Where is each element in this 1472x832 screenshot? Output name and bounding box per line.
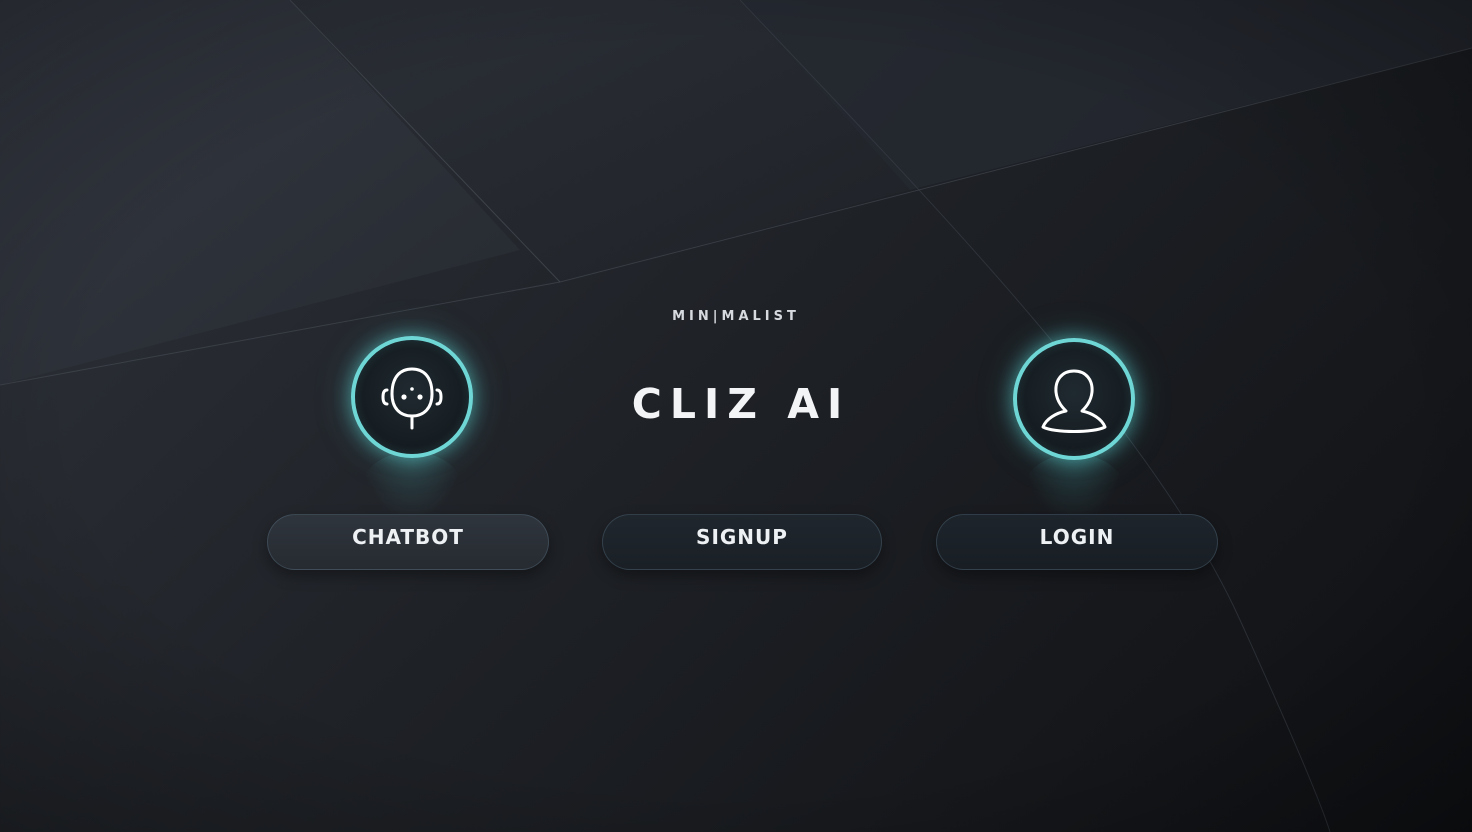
chatbot-button-label: CHATBOT — [352, 525, 464, 549]
eyebrow-text: MIN|MALIST — [672, 309, 800, 324]
robot-headset-icon — [381, 367, 443, 430]
user-silhouette-icon — [1041, 369, 1107, 433]
chatbot-button[interactable]: CHATBOT — [267, 514, 549, 570]
login-icon-button[interactable] — [1013, 338, 1135, 460]
signup-button[interactable]: SIGNUP — [602, 514, 882, 570]
chatbot-icon-glow — [362, 452, 462, 522]
signup-button-label: SIGNUP — [696, 525, 788, 549]
login-button[interactable]: LOGIN — [936, 514, 1218, 570]
login-button-label: LOGIN — [1039, 525, 1115, 549]
chatbot-icon-button[interactable] — [351, 336, 473, 458]
brand-title: CLIZ AI — [631, 380, 851, 428]
